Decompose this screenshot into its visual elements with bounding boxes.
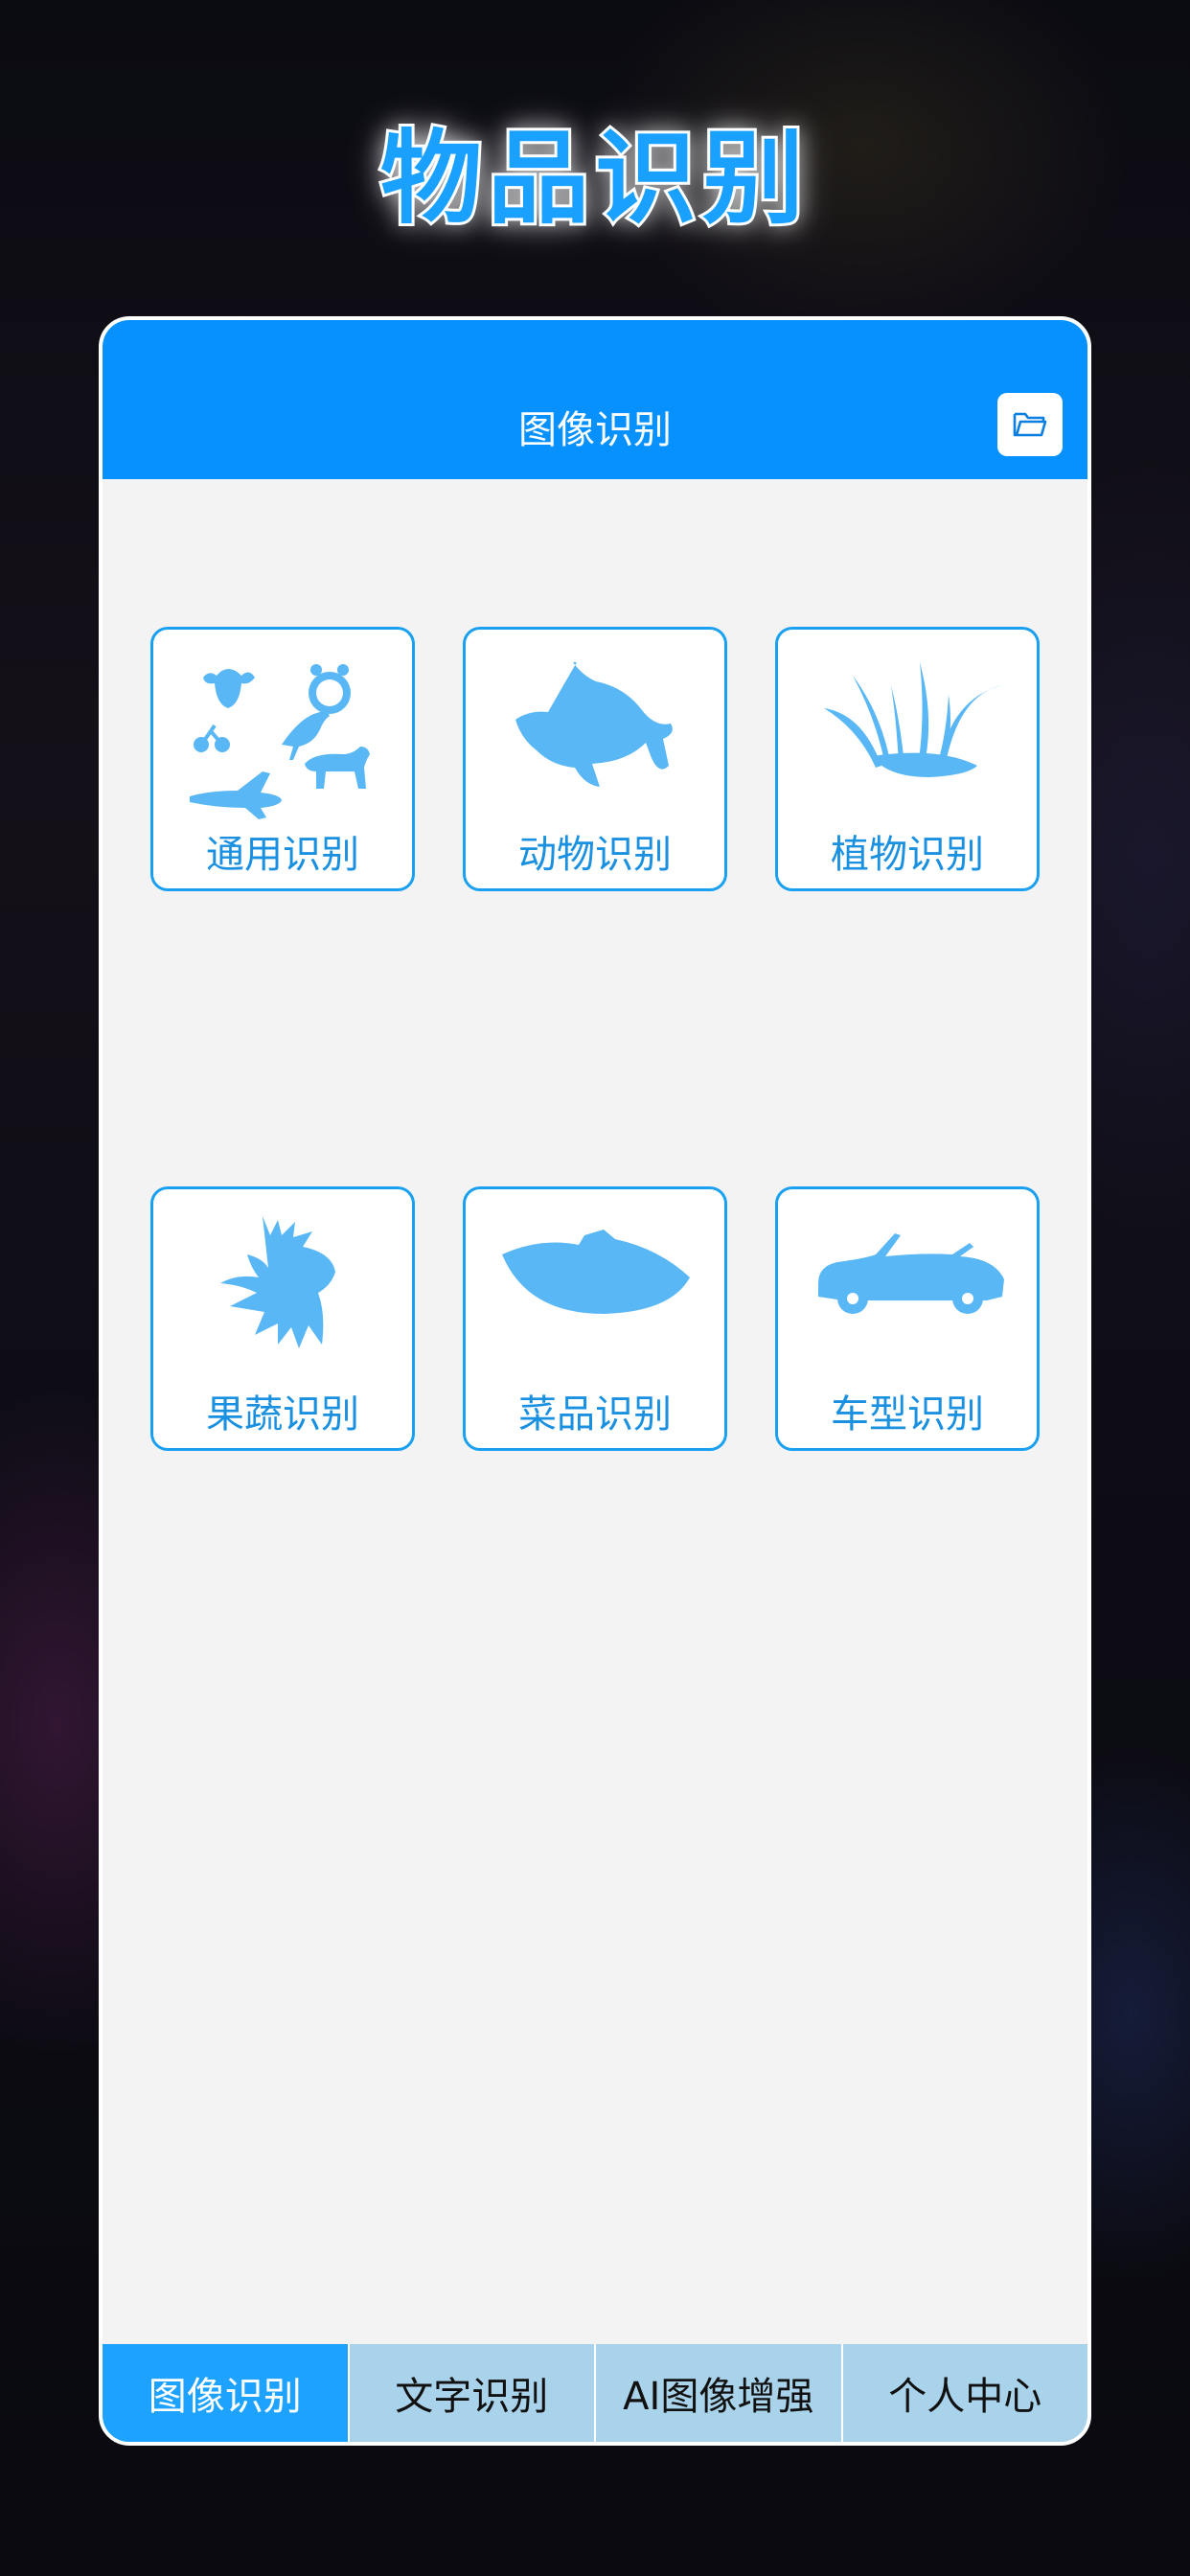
tab-text-recognition[interactable]: 文字识别 <box>347 2344 595 2442</box>
category-label: 植物识别 <box>831 833 984 877</box>
category-label: 菜品识别 <box>518 1392 672 1437</box>
dish-icon <box>502 1230 690 1314</box>
phone-frame: 图像识别 通用识别 动物识别 植物识别 果蔬识别 菜品识别 车型识别 图像识别 … <box>99 316 1091 2446</box>
tab-image-recognition[interactable]: 图像识别 <box>103 2344 348 2442</box>
grass-icon <box>824 662 1002 777</box>
category-dish[interactable]: 菜品识别 <box>463 1186 727 1451</box>
category-general[interactable]: 通用识别 <box>150 627 415 891</box>
tab-profile[interactable]: 个人中心 <box>840 2344 1088 2442</box>
fish-icon <box>515 662 673 787</box>
category-vegetable[interactable]: 果蔬识别 <box>150 1186 415 1451</box>
category-animal[interactable]: 动物识别 <box>463 627 727 891</box>
category-grid: 通用识别 动物识别 植物识别 果蔬识别 菜品识别 车型识别 <box>103 320 1087 2442</box>
category-label: 果蔬识别 <box>206 1392 359 1437</box>
app-headline: 物品识别 <box>378 117 810 241</box>
category-label: 车型识别 <box>831 1392 984 1437</box>
general-objects-icon <box>190 664 370 819</box>
category-label: 动物识别 <box>518 833 672 877</box>
tab-ai-enhance[interactable]: AI图像增强 <box>594 2344 841 2442</box>
vegetable-icon <box>220 1216 335 1348</box>
category-plant[interactable]: 植物识别 <box>775 627 1040 891</box>
category-label: 通用识别 <box>206 833 359 877</box>
category-car[interactable]: 车型识别 <box>775 1186 1040 1451</box>
tab-bar: 图像识别 文字识别 AI图像增强 个人中心 <box>103 2344 1087 2442</box>
car-icon <box>818 1233 1004 1314</box>
